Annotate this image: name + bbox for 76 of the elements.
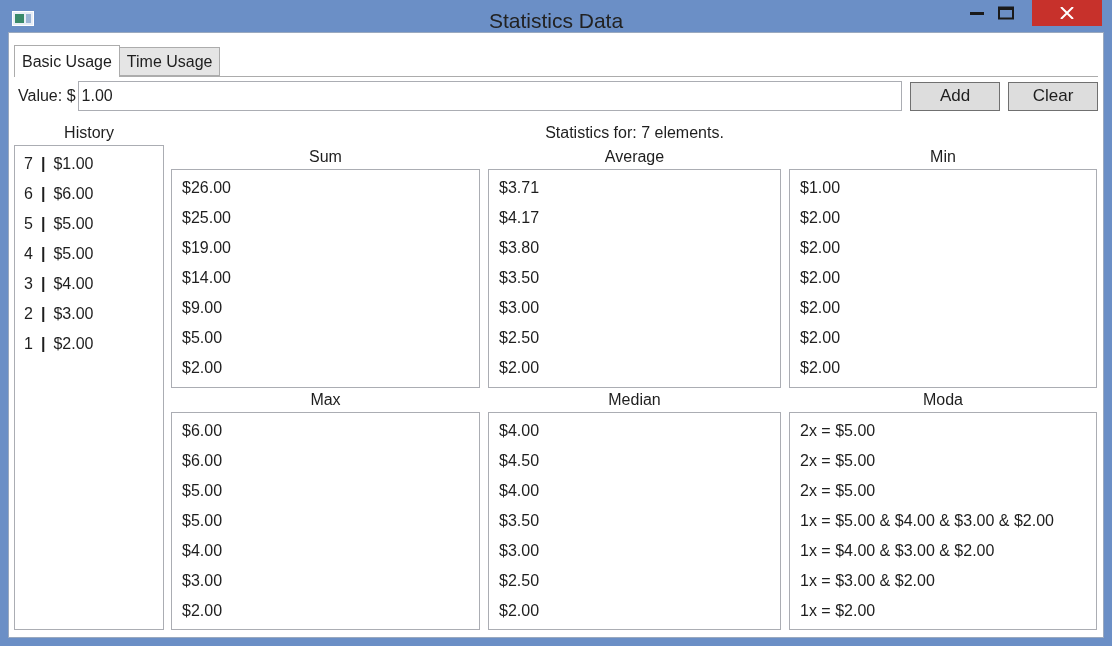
list-item[interactable]: $2.00 — [182, 353, 223, 383]
tab[interactable]: Time Usage — [119, 47, 221, 76]
list-item[interactable]: $3.80 — [499, 233, 540, 263]
list-item[interactable]: 2x = $5.00 — [800, 445, 876, 476]
list-item[interactable]: $4.50 — [499, 445, 540, 476]
value-input[interactable]: 1.00 — [77, 81, 902, 111]
list-item[interactable]: $4.00 — [499, 475, 540, 506]
list-item[interactable]: $2.00 — [499, 595, 540, 626]
list-item[interactable]: $2.00 — [800, 203, 841, 233]
close-button[interactable] — [1032, 0, 1102, 26]
list-item[interactable]: $2.00 — [182, 595, 223, 626]
statistics-summary: Statistics for: 7 elements. — [544, 123, 725, 143]
panel-title: Max — [309, 389, 342, 410]
values-list[interactable]: $3.71 $4.17 $3.80 $3.50 $3.00 $2.50 $2.00 — [488, 169, 781, 388]
list-item[interactable]: $5.00 — [182, 323, 223, 353]
list-item[interactable]: $14.00 — [182, 263, 231, 293]
close-icon — [1060, 7, 1074, 19]
panel-title: Sum — [308, 147, 343, 167]
list-item[interactable]: $2.00 — [800, 263, 841, 293]
panel-title: Median — [607, 389, 662, 410]
list-item[interactable]: $26.00 — [182, 173, 231, 203]
values-list[interactable]: $6.00 $6.00 $5.00 $5.00 $4.00 $3.00 $2.00 — [171, 411, 480, 630]
minimize-icon — [970, 11, 984, 15]
history-item[interactable]: 2 | $3.00 — [24, 299, 94, 329]
list-item[interactable]: $2.00 — [499, 353, 540, 383]
history-item[interactable]: 3 | $4.00 — [24, 269, 94, 299]
list-item[interactable]: 2x = $5.00 — [800, 475, 876, 506]
list-item[interactable]: $3.00 — [499, 535, 540, 566]
history-item[interactable]: 7 | $1.00 — [24, 149, 94, 179]
list-item[interactable]: $3.50 — [499, 505, 540, 536]
list-item[interactable]: $4.00 — [499, 415, 540, 446]
list-item[interactable]: $19.00 — [182, 233, 231, 263]
list-item[interactable]: $1.00 — [800, 173, 841, 203]
list-item[interactable]: $9.00 — [182, 293, 223, 323]
value-label: Value: $ — [18, 86, 76, 106]
list-item[interactable]: 1x = $4.00 & $3.00 & $2.00 — [800, 535, 995, 566]
values-list[interactable]: $26.00 $25.00 $19.00 $14.00 $9.00 $5.00 $2.00 — [171, 169, 480, 388]
list-item[interactable]: $3.71 — [499, 173, 540, 203]
list-item[interactable]: $2.00 — [800, 293, 841, 323]
list-item[interactable]: $25.00 — [182, 203, 231, 233]
action-button[interactable]: Clear — [1008, 81, 1098, 111]
maximize-icon — [998, 6, 1014, 20]
values-list[interactable]: $1.00 $2.00 $2.00 $2.00 $2.00 $2.00 $2.00 — [789, 169, 1097, 388]
panel-title: Average — [603, 147, 666, 167]
values-list[interactable]: 2x = $5.00 2x = $5.00 2x = $5.00 1x = $5.00 & $4.00 & $3.00 & $2.00 1x = $4.00 & $3.00 & $2.00 1x = $3.00 & $2.00 1x = $2.00 — [789, 411, 1097, 630]
history-item[interactable]: 4 | $5.00 — [24, 239, 94, 269]
history-item[interactable]: 5 | $5.00 — [24, 209, 94, 239]
list-item[interactable]: 2x = $5.00 — [800, 415, 876, 446]
history-item[interactable]: 6 | $6.00 — [24, 179, 94, 209]
list-item[interactable]: $2.00 — [800, 323, 841, 353]
panel-title: Min — [929, 147, 957, 167]
action-button[interactable]: Add — [910, 81, 1000, 111]
list-item[interactable]: $4.17 — [499, 203, 540, 233]
list-item[interactable]: $5.00 — [182, 505, 223, 536]
tab[interactable]: Basic Usage — [14, 45, 120, 77]
list-item[interactable]: 1x = $2.00 — [800, 595, 876, 626]
list-item[interactable]: $2.50 — [499, 323, 540, 353]
history-item[interactable]: 1 | $2.00 — [24, 329, 94, 359]
list-item[interactable]: $3.50 — [499, 263, 540, 293]
list-item[interactable]: $2.50 — [499, 565, 540, 596]
list-item[interactable]: $3.00 — [182, 565, 223, 596]
list-item[interactable]: $6.00 — [182, 415, 223, 446]
history-title: History — [63, 123, 115, 143]
list-item[interactable]: $4.00 — [182, 535, 223, 566]
app-icon — [12, 11, 34, 26]
history-list[interactable]: 7 | $1.00 6 | $6.00 5 | $5.00 4 | $5.00 3 | $4.00 2 | $3.00 1 | $2.00 — [14, 145, 164, 630]
list-item[interactable]: 1x = $3.00 & $2.00 — [800, 565, 935, 596]
window-title: Statistics Data — [488, 8, 624, 34]
list-item[interactable]: $2.00 — [800, 233, 841, 263]
list-item[interactable]: 1x = $5.00 & $4.00 & $3.00 & $2.00 — [800, 505, 1054, 536]
values-list[interactable]: $4.00 $4.50 $4.00 $3.50 $3.00 $2.50 $2.00 — [488, 411, 781, 630]
panel-title: Moda — [922, 389, 964, 410]
list-item[interactable]: $5.00 — [182, 475, 223, 506]
list-item[interactable]: $3.00 — [499, 293, 540, 323]
list-item[interactable]: $6.00 — [182, 445, 223, 476]
list-item[interactable]: $2.00 — [800, 353, 841, 383]
